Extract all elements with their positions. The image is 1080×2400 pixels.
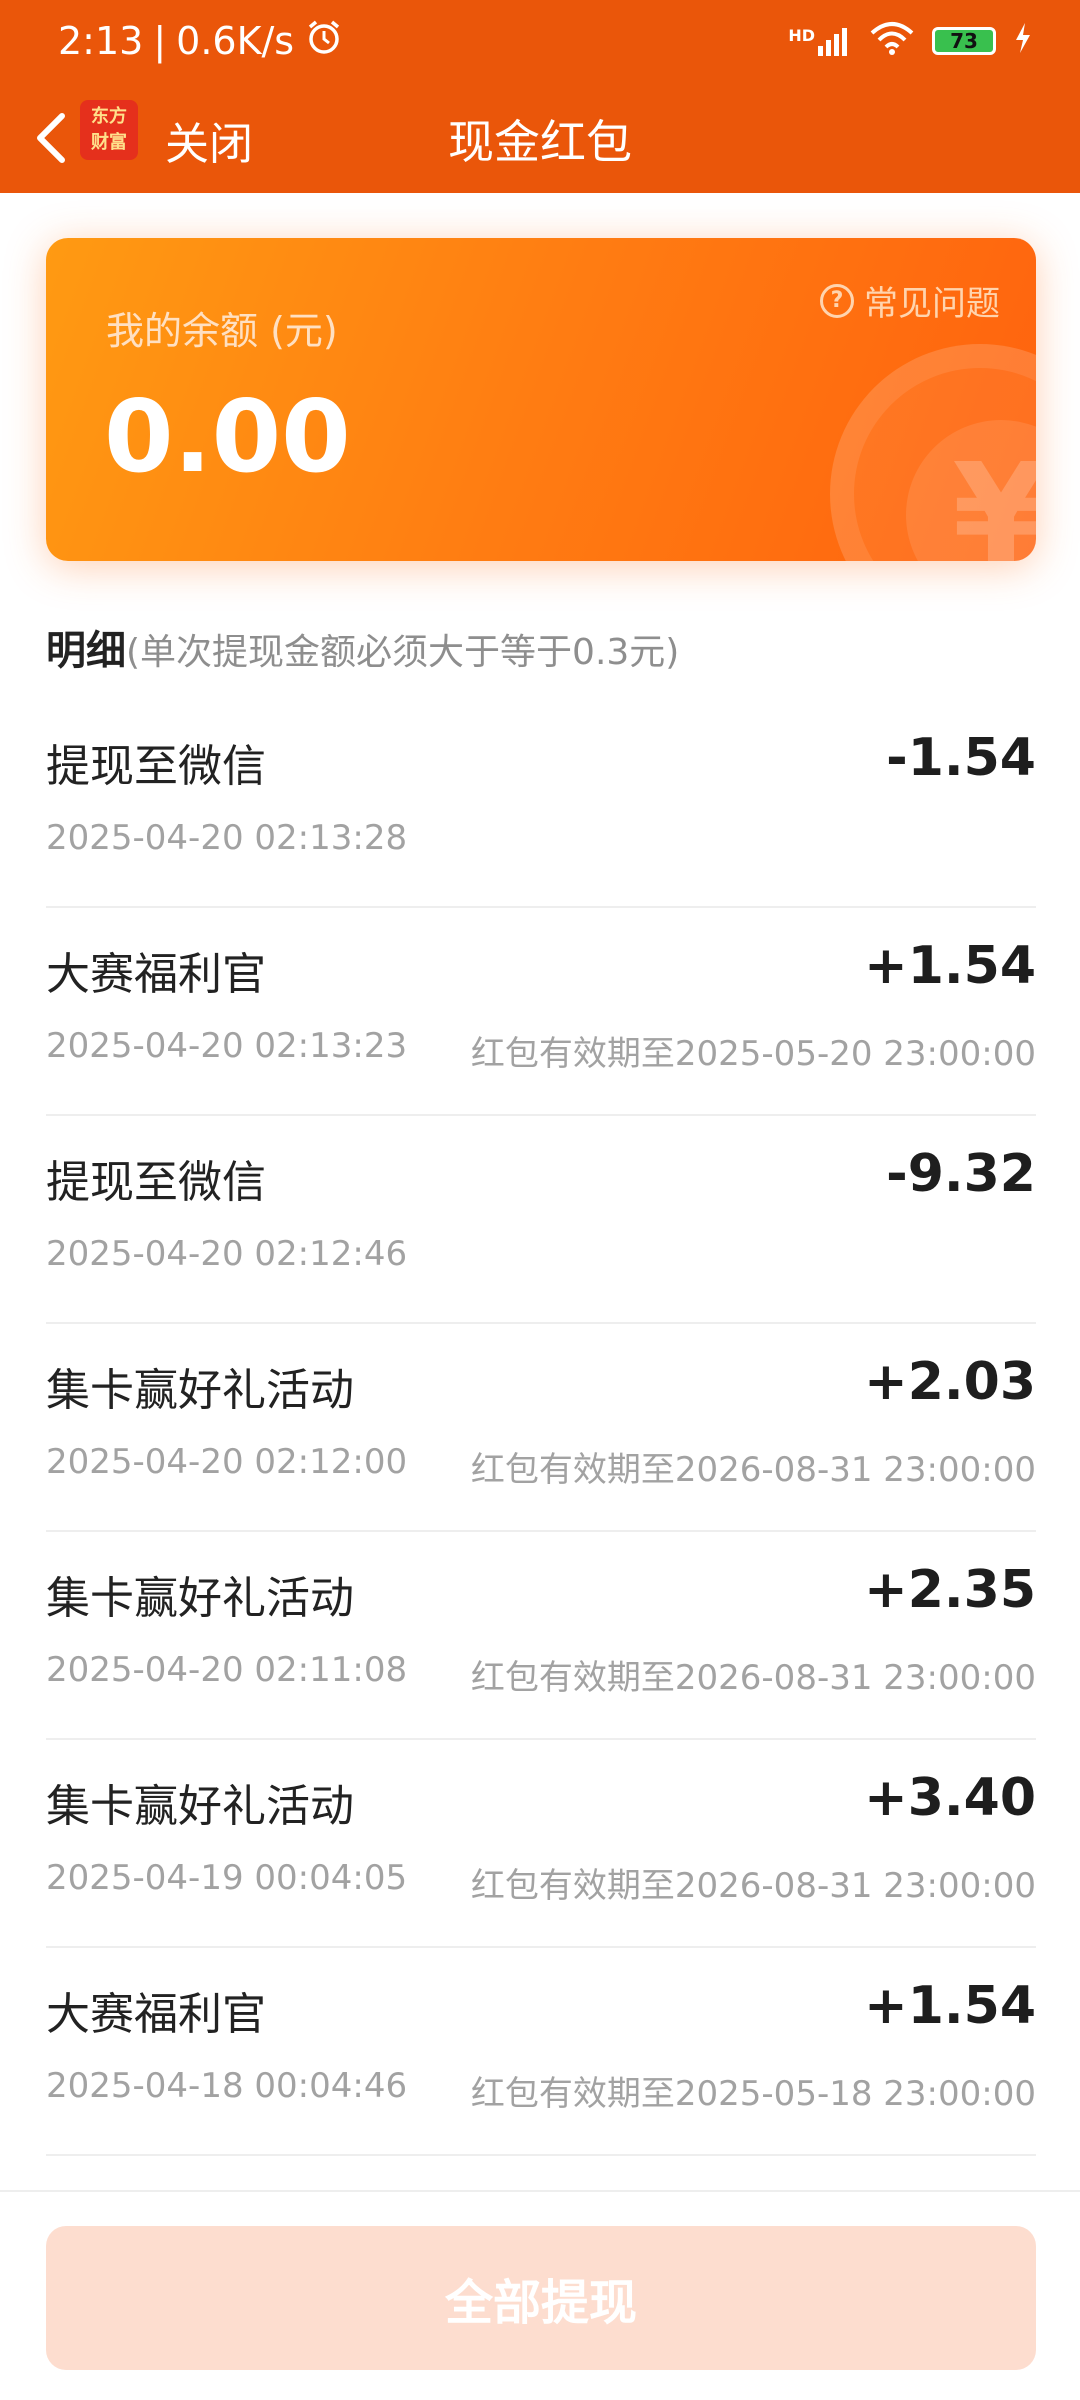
transaction-time: 2025-04-20 02:13:28 bbox=[46, 818, 408, 858]
transaction-time: 2025-04-20 02:13:23 bbox=[46, 1026, 408, 1066]
transaction-amount: +3.40 bbox=[864, 1768, 1036, 1828]
transaction-row[interactable]: 集卡赢好礼活动 2025-04-20 02:12:00 +2.03 红包有效期至… bbox=[46, 1324, 1036, 1532]
transaction-title: 集卡赢好礼活动 bbox=[46, 1573, 354, 1624]
transaction-time: 2025-04-19 00:04:05 bbox=[46, 1858, 408, 1898]
transaction-row[interactable]: 大赛福利官 2025-04-18 00:04:46 +1.54 红包有效期至20… bbox=[46, 1948, 1036, 2156]
transaction-time: 2025-04-18 00:04:46 bbox=[46, 2066, 408, 2106]
transaction-list: 提现至微信 2025-04-20 02:13:28 -1.54 大赛福利官 20… bbox=[46, 700, 1036, 2156]
transaction-amount: +2.03 bbox=[864, 1352, 1036, 1412]
status-net-speed: 0.6K/s bbox=[176, 19, 295, 63]
details-note: (单次提现金额必须大于等于0.3元) bbox=[126, 632, 680, 673]
battery-indicator: 73 bbox=[932, 27, 996, 55]
nav-bar: 东方 财富 关闭 现金红包 bbox=[0, 82, 1080, 193]
signal-icon: HD bbox=[788, 26, 852, 56]
transaction-row[interactable]: 大赛福利官 2025-04-20 02:13:23 +1.54 红包有效期至20… bbox=[46, 908, 1036, 1116]
faq-label: 常见问题 bbox=[864, 284, 1000, 324]
transaction-amount: +2.35 bbox=[864, 1560, 1036, 1620]
transaction-row[interactable]: 集卡赢好礼活动 2025-04-20 02:11:08 +2.35 红包有效期至… bbox=[46, 1532, 1036, 1740]
charging-icon bbox=[1014, 23, 1032, 59]
transaction-expiry: 红包有效期至2026-08-31 23:00:00 bbox=[470, 1866, 1036, 1906]
transaction-row[interactable]: 集卡赢好礼活动 2025-04-19 00:04:05 +3.40 红包有效期至… bbox=[46, 1740, 1036, 1948]
transaction-amount: +1.54 bbox=[864, 936, 1036, 996]
transaction-expiry: 红包有效期至2026-08-31 23:00:00 bbox=[470, 1658, 1036, 1698]
page-title: 现金红包 bbox=[448, 115, 632, 169]
transaction-amount: -1.54 bbox=[886, 728, 1036, 788]
status-time: 2:13 bbox=[58, 19, 144, 63]
transaction-title: 大赛福利官 bbox=[46, 949, 266, 1000]
status-divider: | bbox=[153, 19, 167, 63]
transaction-amount: +1.54 bbox=[864, 1976, 1036, 2036]
details-title: 明细 bbox=[46, 628, 126, 674]
balance-card: ¥ 我的余额 (元) 0.00 ? 常见问题 bbox=[46, 238, 1036, 561]
withdraw-all-button[interactable]: 全部提现 bbox=[46, 2226, 1036, 2370]
question-icon: ? bbox=[820, 283, 854, 318]
balance-label: 我的余额 (元) bbox=[106, 309, 338, 353]
status-bar: 2:13 | 0.6K/s HD 73 bbox=[0, 0, 1080, 82]
transaction-time: 2025-04-20 02:11:08 bbox=[46, 1650, 408, 1690]
transaction-time: 2025-04-20 02:12:00 bbox=[46, 1442, 408, 1482]
transaction-expiry: 红包有效期至2025-05-18 23:00:00 bbox=[470, 2074, 1036, 2114]
faq-link[interactable]: ? 常见问题 bbox=[820, 276, 1000, 325]
wifi-icon bbox=[870, 21, 914, 61]
transaction-expiry: 红包有效期至2025-05-20 23:00:00 bbox=[470, 1034, 1036, 1074]
transaction-time: 2025-04-20 02:12:46 bbox=[46, 1234, 408, 1274]
header: 2:13 | 0.6K/s HD 73 东方 财富 关闭 现金红包 bbox=[0, 0, 1080, 193]
transaction-title: 大赛福利官 bbox=[46, 1989, 266, 2040]
transaction-row[interactable]: 提现至微信 2025-04-20 02:13:28 -1.54 bbox=[46, 700, 1036, 908]
transaction-title: 提现至微信 bbox=[46, 741, 266, 792]
transaction-expiry: 红包有效期至2026-08-31 23:00:00 bbox=[470, 1450, 1036, 1490]
footer-bar: 全部提现 bbox=[0, 2190, 1080, 2400]
transaction-title: 提现至微信 bbox=[46, 1157, 266, 1208]
details-heading: 明细(单次提现金额必须大于等于0.3元) bbox=[46, 618, 679, 676]
transaction-title: 集卡赢好礼活动 bbox=[46, 1365, 354, 1416]
transaction-title: 集卡赢好礼活动 bbox=[46, 1781, 354, 1832]
transaction-row[interactable]: 提现至微信 2025-04-20 02:12:46 -9.32 bbox=[46, 1116, 1036, 1324]
alarm-icon bbox=[304, 17, 344, 66]
transaction-amount: -9.32 bbox=[886, 1144, 1036, 1204]
balance-amount: 0.00 bbox=[104, 378, 351, 495]
